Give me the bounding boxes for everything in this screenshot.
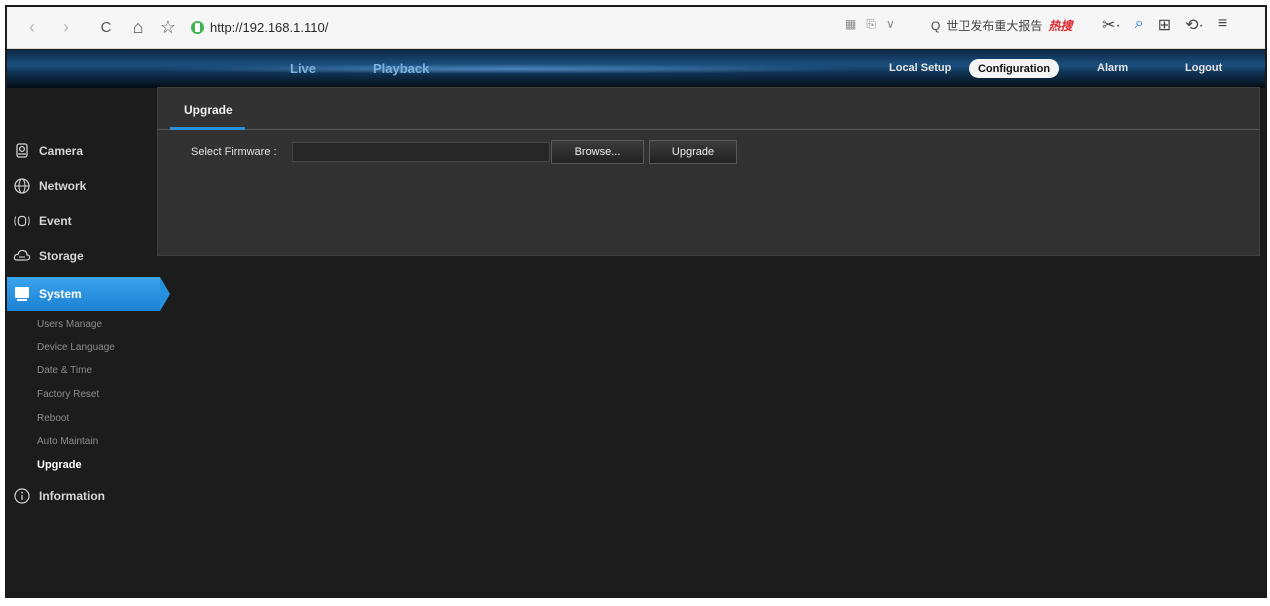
- active-tab-indicator: [170, 127, 245, 130]
- network-icon: [13, 177, 31, 195]
- menu-icon[interactable]: ≡: [1218, 15, 1227, 35]
- sidebar-item-label: System: [39, 287, 82, 301]
- info-icon: [13, 487, 31, 505]
- nav-configuration[interactable]: Configuration: [969, 59, 1059, 78]
- storage-icon: [13, 247, 31, 265]
- app-header: Live Playback Local Setup Configuration …: [7, 50, 1265, 88]
- panel-tab-bar: Upgrade: [158, 88, 1259, 130]
- nav-alarm[interactable]: Alarm: [1097, 62, 1128, 74]
- address-tools: ▦ ⎘ ∨: [845, 17, 895, 32]
- camera-icon: [13, 142, 31, 160]
- tab-upgrade[interactable]: Upgrade: [184, 103, 233, 117]
- system-icon: [13, 285, 31, 303]
- reload-icon[interactable]: C: [95, 16, 117, 38]
- sidebar: Camera Network Event Storage System User…: [7, 88, 170, 596]
- sidebar-item-label: Camera: [39, 144, 84, 158]
- sidebar-item-label: Network: [39, 179, 87, 193]
- find-icon[interactable]: ⌕: [1135, 15, 1144, 35]
- sidebar-item-information[interactable]: Information: [7, 479, 157, 513]
- browse-button[interactable]: Browse...: [551, 140, 644, 164]
- browser-right-tools: ✂· ⌕ ⊞ ⟲· ≡: [1102, 15, 1227, 35]
- home-icon[interactable]: ⌂: [127, 16, 149, 38]
- nav-live[interactable]: Live: [290, 61, 316, 76]
- event-icon: [13, 212, 31, 230]
- upgrade-button[interactable]: Upgrade: [649, 140, 737, 164]
- submenu-factory-reset[interactable]: Factory Reset: [37, 389, 99, 400]
- select-firmware-label: Select Firmware :: [191, 146, 277, 158]
- sidebar-item-camera[interactable]: Camera: [7, 134, 157, 168]
- sidebar-item-label: Storage: [39, 249, 84, 263]
- nav-local-setup[interactable]: Local Setup: [889, 62, 951, 74]
- sidebar-item-label: Information: [39, 489, 105, 503]
- secure-site-icon: [191, 20, 204, 34]
- upgrade-panel: Upgrade Select Firmware : Browse... Upgr…: [157, 87, 1260, 256]
- browser-toolbar: ‹ › C ⌂ ☆ http://192.168.1.110/ ▦ ⎘ ∨ Q …: [7, 7, 1265, 49]
- sidebar-item-event[interactable]: Event: [7, 204, 157, 238]
- search-icon: Q: [931, 18, 941, 33]
- dropdown-chevron-icon[interactable]: ∨: [886, 17, 895, 32]
- window-frame: ‹ › C ⌂ ☆ http://192.168.1.110/ ▦ ⎘ ∨ Q …: [5, 5, 1267, 598]
- nav-logout[interactable]: Logout: [1185, 62, 1222, 74]
- hot-search-badge[interactable]: 热搜: [1048, 17, 1072, 34]
- undo-icon[interactable]: ⟲·: [1185, 15, 1204, 35]
- nav-playback[interactable]: Playback: [373, 61, 429, 76]
- apps-grid-icon[interactable]: ⊞: [1158, 15, 1171, 35]
- firmware-path-input[interactable]: [292, 142, 550, 162]
- sidebar-item-storage[interactable]: Storage: [7, 239, 157, 273]
- qr-code-icon[interactable]: ▦: [845, 17, 856, 32]
- submenu-users-manage[interactable]: Users Manage: [37, 319, 102, 330]
- compat-mode-icon[interactable]: ⎘: [866, 17, 876, 32]
- search-suggestion[interactable]: 世卫发布重大报告: [946, 17, 1042, 34]
- sidebar-item-system[interactable]: System: [7, 277, 170, 311]
- sidebar-item-label: Event: [39, 214, 72, 228]
- submenu-auto-maintain[interactable]: Auto Maintain: [37, 436, 98, 447]
- back-icon[interactable]: ‹: [21, 16, 43, 38]
- address-bar[interactable]: http://192.168.1.110/: [191, 15, 911, 39]
- favorite-icon[interactable]: ☆: [157, 16, 179, 38]
- submenu-device-language[interactable]: Device Language: [37, 342, 115, 353]
- submenu-date-time[interactable]: Date & Time: [37, 365, 92, 376]
- sidebar-item-network[interactable]: Network: [7, 169, 157, 203]
- submenu-reboot[interactable]: Reboot: [37, 413, 69, 424]
- browser-search[interactable]: Q 世卫发布重大报告 热搜: [931, 17, 1072, 34]
- forward-icon[interactable]: ›: [55, 16, 77, 38]
- url-text[interactable]: http://192.168.1.110/: [210, 20, 328, 35]
- scissors-icon[interactable]: ✂·: [1102, 15, 1121, 35]
- submenu-upgrade[interactable]: Upgrade: [37, 459, 82, 471]
